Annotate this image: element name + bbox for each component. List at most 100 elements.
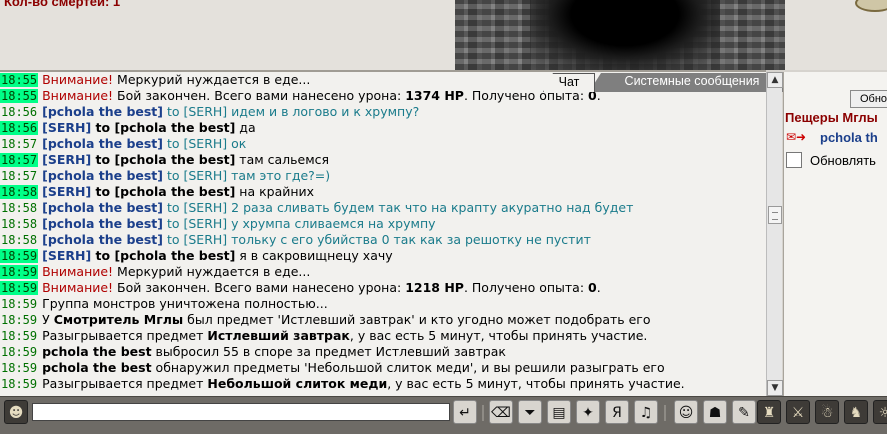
sender-nick[interactable]: [pchola the best] (42, 136, 163, 151)
message-timestamp: 18:59 (0, 249, 39, 263)
recipient-nick[interactable]: to [pchola the best] (91, 152, 236, 167)
sender-nick[interactable]: [pchola the best] (42, 200, 163, 215)
helmet-icon[interactable]: ☃ (815, 400, 839, 424)
separator (664, 405, 666, 421)
chat-log[interactable]: 18:55 Внимание! Меркурий нуждается в еде… (0, 70, 766, 396)
bottom-toolbar: ☻ ↵ ⌫ ⏷ ▤ ✦ Я ♫ ☺ ☗ ✎ ♜ ⚔ ☃ ♞ ☼ (0, 396, 887, 434)
message-text: там сальемся (235, 152, 330, 167)
chat-message: 18:56 [SERH] to [pchola the best] да (0, 120, 766, 136)
top-info-panel: Кол-во смертей: 1 (0, 0, 455, 70)
chat-message: 18:58 [pchola the best] to [SERH] 2 раза… (0, 200, 766, 216)
system-alert: Внимание! (42, 264, 114, 279)
message-timestamp: 18:59 (0, 281, 39, 295)
clear-icon[interactable]: ⌫ (489, 400, 513, 424)
extra-icon[interactable]: ☼ (873, 400, 887, 424)
sender-nick[interactable]: [pchola the best] (42, 168, 163, 183)
private-text: to [SERH] у хрумпа сливаемся на хрумпу (163, 216, 436, 231)
run-icon[interactable]: ✦ (576, 400, 600, 424)
message-timestamp: 18:59 (1, 313, 38, 327)
emoticon-icon[interactable]: ☺ (674, 400, 698, 424)
message-timestamp: 18:55 (0, 89, 39, 103)
tab-system-messages[interactable]: Системные сообщения (589, 73, 795, 92)
message-timestamp: 18:58 (1, 217, 38, 231)
message-text: Разыгрывается предмет (42, 328, 208, 343)
message-text: Разыгрывается предмет (42, 376, 208, 391)
private-text: to [SERH] тольку с его убийства 0 так ка… (163, 232, 591, 247)
location-name: Пещеры Мглы (785, 110, 878, 125)
highlight-text: 1374 HP (405, 88, 464, 103)
highlight-text: Небольшой слиток меди (207, 376, 388, 391)
scroll-thumb[interactable] (768, 206, 782, 224)
chat-message: 18:56 [pchola the best] to [SERH] идем и… (0, 104, 766, 120)
message-timestamp: 18:59 (0, 265, 39, 279)
highlight-text: 0 (588, 280, 597, 295)
message-timestamp: 18:57 (1, 137, 38, 151)
private-message-icon[interactable]: ✉➜ (786, 130, 806, 144)
message-text: У (42, 312, 54, 327)
private-text: to [SERH] 2 раза сливать будем так что н… (163, 200, 634, 215)
enter-icon[interactable]: ↵ (453, 400, 477, 424)
message-timestamp: 18:58 (1, 201, 38, 215)
message-text: обнаружил предметы 'Небольшой слиток мед… (151, 360, 665, 375)
battle-icon[interactable]: ⚔ (786, 400, 810, 424)
sound-icon[interactable]: ♫ (634, 400, 658, 424)
chat-message: 18:59 pchola the best обнаружил предметы… (0, 360, 766, 376)
chat-message: 18:58 [pchola the best] to [SERH] тольку… (0, 232, 766, 248)
ornament-icon (855, 0, 887, 12)
chat-scrollbar[interactable]: ▲ ▼ (766, 72, 783, 396)
auto-refresh-checkbox[interactable] (786, 152, 802, 168)
highlight-text: 1218 HP (405, 280, 464, 295)
sender-nick[interactable]: [pchola the best] (42, 104, 163, 119)
message-input[interactable] (32, 403, 450, 421)
highlight-text: pchola the best (42, 360, 152, 375)
recipient-nick[interactable]: to [pchola the best] (91, 184, 236, 199)
highlight-text: Истлевший завтрак (207, 328, 350, 343)
message-timestamp: 18:59 (1, 345, 38, 359)
recipient-nick[interactable]: to [pchola the best] (91, 248, 236, 263)
sender-nick[interactable]: [SERH] (42, 248, 91, 263)
message-text: , у вас есть 5 минут, чтобы принять учас… (387, 376, 685, 391)
marker-icon[interactable]: ✎ (732, 400, 756, 424)
private-text: to [SERH] ок (163, 136, 247, 151)
scroll-up-button[interactable]: ▲ (767, 72, 783, 88)
sender-nick[interactable]: [pchola the best] (42, 232, 163, 247)
message-timestamp: 18:59 (1, 377, 38, 391)
highlight-text: Смотритель Мглы (53, 312, 184, 327)
recipient-nick[interactable]: to [pchola the best] (91, 120, 236, 135)
message-text: Меркурий нуждается в еде... (113, 72, 311, 87)
message-text: , у вас есть 5 минут, чтобы принять учас… (349, 328, 648, 343)
deaths-counter: Кол-во смертей: 1 (4, 0, 121, 9)
group-icon[interactable]: ☗ (703, 400, 727, 424)
sender-nick[interactable]: [pchola the best] (42, 216, 163, 231)
system-alert: Внимание! (42, 88, 114, 103)
chat-message: 18:57 [pchola the best] to [SERH] ок (0, 136, 766, 152)
chat-message: 18:57 [SERH] to [pchola the best] там са… (0, 152, 766, 168)
inventory-icon[interactable]: ♜ (757, 400, 781, 424)
message-timestamp: 18:57 (0, 153, 39, 167)
save-icon[interactable]: ▤ (547, 400, 571, 424)
highlight-text: pchola the best (42, 344, 152, 359)
filter-icon[interactable]: ⏷ (518, 400, 542, 424)
smiley-icon[interactable]: ☻ (4, 400, 28, 424)
bag-icon[interactable]: ♞ (844, 400, 868, 424)
location-image (455, 0, 785, 70)
chat-message: 18:57 [pchola the best] to [SERH] там эт… (0, 168, 766, 184)
translit-icon[interactable]: Я (605, 400, 629, 424)
refresh-button[interactable]: Обно (850, 90, 887, 108)
message-timestamp: 18:56 (0, 121, 39, 135)
scroll-down-button[interactable]: ▼ (767, 380, 783, 396)
user-name[interactable]: pchola th (820, 130, 878, 145)
sender-nick[interactable]: [SERH] (42, 120, 91, 135)
message-text: на крайних (235, 184, 315, 199)
chat-message: 18:59 У Смотритель Мглы был предмет 'Ист… (0, 312, 766, 328)
message-timestamp: 18:59 (1, 297, 38, 311)
sender-nick[interactable]: [SERH] (42, 152, 91, 167)
chat-message: 18:59 pchola the best выбросил 55 в спор… (0, 344, 766, 360)
message-text: Бой закончен. Всего вами нанесено урона: (113, 280, 406, 295)
message-text: Группа монстров уничтожена полностью... (42, 296, 328, 311)
message-text: . (596, 280, 601, 295)
message-text: я в сакровищнецу хачу (235, 248, 393, 263)
sender-nick[interactable]: [SERH] (42, 184, 91, 199)
chat-message: 18:59 Разыгрывается предмет Небольшой сл… (0, 376, 766, 392)
message-text: выбросил 55 в споре за предмет Истлевший… (151, 344, 506, 359)
